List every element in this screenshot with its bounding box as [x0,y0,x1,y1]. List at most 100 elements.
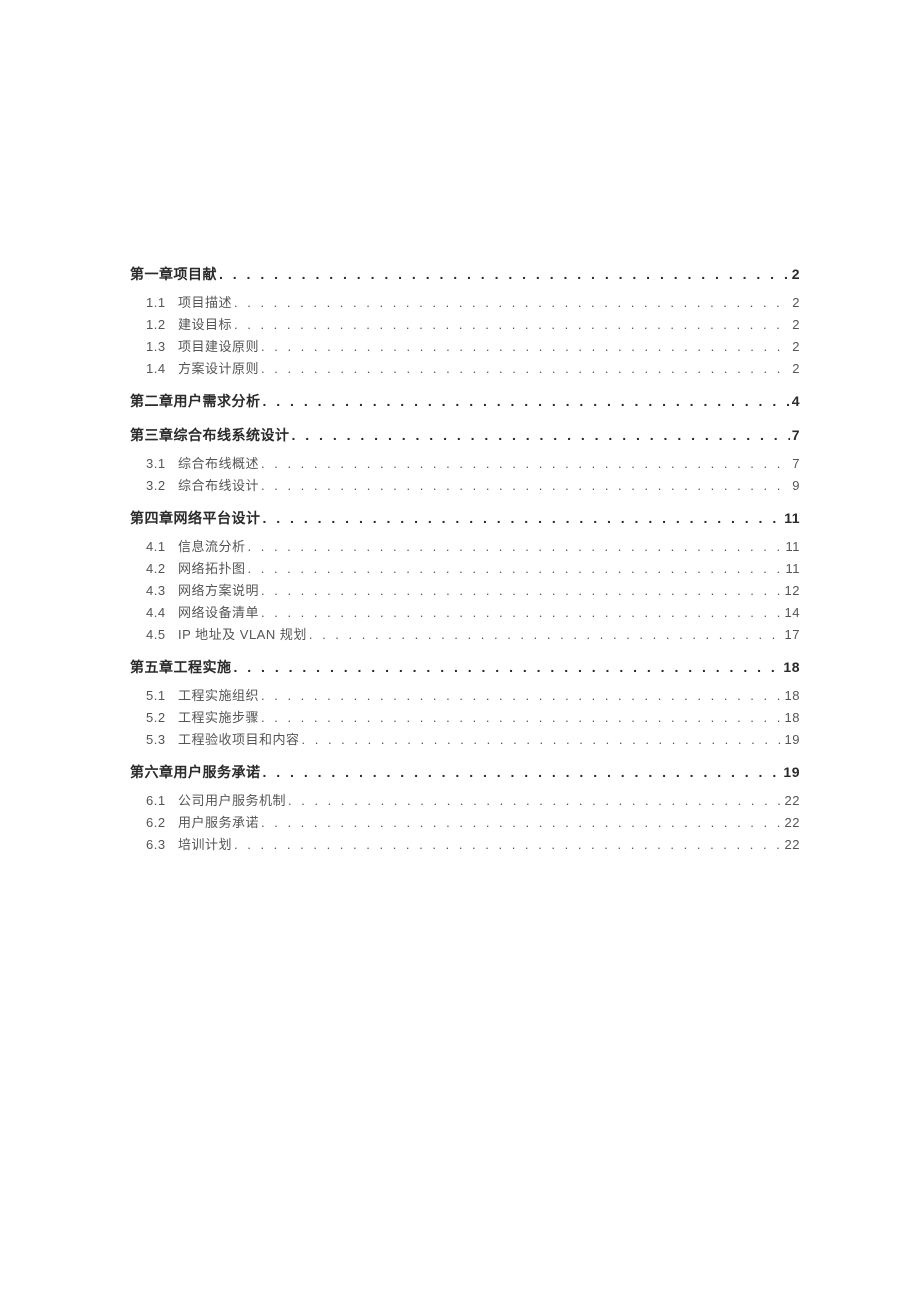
toc-subsection-row[interactable]: 1.4方案设计原则. . . . . . . . . . . . . . . .… [146,358,800,377]
toc-section: 第五章工程实施. . . . . . . . . . . . . . . . .… [130,657,800,748]
toc-subsection-page: 2 [790,295,800,310]
toc-subsection-row[interactable]: 6.3培训计划. . . . . . . . . . . . . . . . .… [146,834,800,853]
toc-subsection-number: 6.2 [146,815,178,830]
toc-subsection-page: 22 [783,815,800,830]
toc-subsection-row[interactable]: 5.1工程实施组织. . . . . . . . . . . . . . . .… [146,685,800,704]
toc-chapter-row[interactable]: 第四章网络平台设计. . . . . . . . . . . . . . . .… [130,508,800,528]
toc-leader: . . . . . . . . . . . . . . . . . . . . … [288,793,783,808]
toc-subsection-title: 信息流分析 [178,536,248,555]
toc-chapter-row[interactable]: 第三章综合布线系统设计. . . . . . . . . . . . . . .… [130,425,800,445]
toc-subsection-row[interactable]: 4.5IP 地址及 VLAN 规划. . . . . . . . . . . .… [146,624,800,643]
toc-subsection-number: 6.3 [146,837,178,852]
toc-subsection-page: 2 [790,339,800,354]
toc-subsection-row[interactable]: 6.2用户服务承诺. . . . . . . . . . . . . . . .… [146,812,800,831]
toc-subsection-title: 工程实施组织 [178,685,261,704]
toc-chapter-page: 7 [790,427,800,443]
toc-leader: . . . . . . . . . . . . . . . . . . . . … [219,266,790,282]
toc-subsection-number: 4.3 [146,583,178,598]
toc-subsection-row[interactable]: 1.1项目描述. . . . . . . . . . . . . . . . .… [146,292,800,311]
toc-leader: . . . . . . . . . . . . . . . . . . . . … [292,427,790,443]
document-page: 第一章项目献. . . . . . . . . . . . . . . . . … [0,0,920,853]
toc-subsection-number: 6.1 [146,793,178,808]
toc-subsection-title: 培训计划 [178,834,234,853]
toc-subsection-title: 网络设备清单 [178,602,261,621]
toc-subsection-page: 12 [783,583,800,598]
toc-chapter-row[interactable]: 第六章用户服务承诺. . . . . . . . . . . . . . . .… [130,762,800,782]
toc-chapter-page: 18 [781,659,800,675]
toc-chapter-row[interactable]: 第一章项目献. . . . . . . . . . . . . . . . . … [130,264,800,284]
toc-subsection-page: 2 [790,317,800,332]
toc-subsection-number: 1.1 [146,295,178,310]
toc-subsection-page: 17 [783,627,800,642]
toc-leader: . . . . . . . . . . . . . . . . . . . . … [248,539,784,554]
toc-subsection-title: 公司用户服务机制 [178,790,288,809]
toc-leader: . . . . . . . . . . . . . . . . . . . . … [261,583,783,598]
toc-chapter-title: 第三章综合布线系统设计 [130,425,292,445]
toc-subsection-page: 11 [784,561,801,576]
toc-subsection-title: 网络拓扑图 [178,558,248,577]
toc-subsection-number: 5.1 [146,688,178,703]
toc-leader: . . . . . . . . . . . . . . . . . . . . … [261,456,790,471]
toc-subsection-page: 9 [790,478,800,493]
toc-subsection-title: 项目建设原则 [178,336,261,355]
toc-subsection-title: 工程验收项目和内容 [178,729,302,748]
toc-subsection-page: 14 [783,605,800,620]
toc-subsection-list: 5.1工程实施组织. . . . . . . . . . . . . . . .… [130,685,800,748]
toc-chapter-page: 19 [781,764,800,780]
toc-subsection-row[interactable]: 4.2网络拓扑图. . . . . . . . . . . . . . . . … [146,558,800,577]
toc-subsection-row[interactable]: 6.1公司用户服务机制. . . . . . . . . . . . . . .… [146,790,800,809]
toc-leader: . . . . . . . . . . . . . . . . . . . . … [261,605,783,620]
toc-leader: . . . . . . . . . . . . . . . . . . . . … [261,478,790,493]
toc-chapter-row[interactable]: 第二章用户需求分析. . . . . . . . . . . . . . . .… [130,391,800,411]
toc-subsection-page: 19 [783,732,800,747]
toc-subsection-row[interactable]: 3.2综合布线设计. . . . . . . . . . . . . . . .… [146,475,800,494]
toc-subsection-page: 11 [784,539,801,554]
toc-subsection-number: 4.5 [146,627,178,642]
toc-chapter-page: 11 [782,510,800,526]
toc-subsection-row[interactable]: 5.2工程实施步骤. . . . . . . . . . . . . . . .… [146,707,800,726]
toc-subsection-title: 建设目标 [178,314,234,333]
toc-subsection-row[interactable]: 1.2建设目标. . . . . . . . . . . . . . . . .… [146,314,800,333]
toc-leader: . . . . . . . . . . . . . . . . . . . . … [263,764,782,780]
toc-subsection-row[interactable]: 4.3网络方案说明. . . . . . . . . . . . . . . .… [146,580,800,599]
toc-section: 第三章综合布线系统设计. . . . . . . . . . . . . . .… [130,425,800,494]
toc-subsection-title: 网络方案说明 [178,580,261,599]
toc-subsection-number: 3.2 [146,478,178,493]
toc-subsection-title: IP 地址及 VLAN 规划 [178,624,309,643]
toc-subsection-page: 22 [783,837,800,852]
toc-subsection-number: 5.3 [146,732,178,747]
toc-chapter-page: 2 [790,266,800,282]
toc-subsection-number: 4.4 [146,605,178,620]
toc-section: 第二章用户需求分析. . . . . . . . . . . . . . . .… [130,391,800,411]
toc-subsection-page: 18 [783,688,800,703]
toc-subsection-page: 7 [790,456,800,471]
toc-leader: . . . . . . . . . . . . . . . . . . . . … [261,815,783,830]
toc-subsection-title: 项目描述 [178,292,234,311]
toc-subsection-title: 用户服务承诺 [178,812,261,831]
toc-chapter-row[interactable]: 第五章工程实施. . . . . . . . . . . . . . . . .… [130,657,800,677]
toc-subsection-row[interactable]: 4.1信息流分析. . . . . . . . . . . . . . . . … [146,536,800,555]
toc-leader: . . . . . . . . . . . . . . . . . . . . … [263,393,790,409]
toc-subsection-row[interactable]: 3.1综合布线概述. . . . . . . . . . . . . . . .… [146,453,800,472]
toc-section: 第一章项目献. . . . . . . . . . . . . . . . . … [130,264,800,377]
toc-chapter-title: 第四章网络平台设计 [130,508,263,528]
toc-leader: . . . . . . . . . . . . . . . . . . . . … [234,295,790,310]
table-of-contents: 第一章项目献. . . . . . . . . . . . . . . . . … [130,264,800,853]
toc-subsection-title: 综合布线概述 [178,453,261,472]
toc-subsection-row[interactable]: 4.4网络设备清单. . . . . . . . . . . . . . . .… [146,602,800,621]
toc-section: 第四章网络平台设计 . . . . . . . . . . . . . . . .… [130,508,800,643]
toc-subsection-title: 工程实施步骤 [178,707,261,726]
toc-leader: . . . . . . . . . . . . . . . . . . . . … [309,627,783,642]
toc-subsection-row[interactable]: 5.3工程验收项目和内容. . . . . . . . . . . . . . … [146,729,800,748]
toc-leader: . . . . . . . . . . . . . . . . . . . . … [261,339,790,354]
toc-subsection-list: 4.1信息流分析. . . . . . . . . . . . . . . . … [130,536,800,643]
toc-subsection-page: 18 [783,710,800,725]
toc-chapter-title: 第二章用户需求分析 [130,391,263,411]
toc-subsection-row[interactable]: 1.3项目建设原则. . . . . . . . . . . . . . . .… [146,336,800,355]
toc-leader: . . . . . . . . . . . . . . . . . . . . … [261,361,790,376]
toc-subsection-list: 6.1公司用户服务机制. . . . . . . . . . . . . . .… [130,790,800,853]
toc-subsection-number: 1.4 [146,361,178,376]
toc-subsection-number: 3.1 [146,456,178,471]
toc-subsection-title: 方案设计原则 [178,358,261,377]
toc-subsection-list: 3.1综合布线概述. . . . . . . . . . . . . . . .… [130,453,800,494]
